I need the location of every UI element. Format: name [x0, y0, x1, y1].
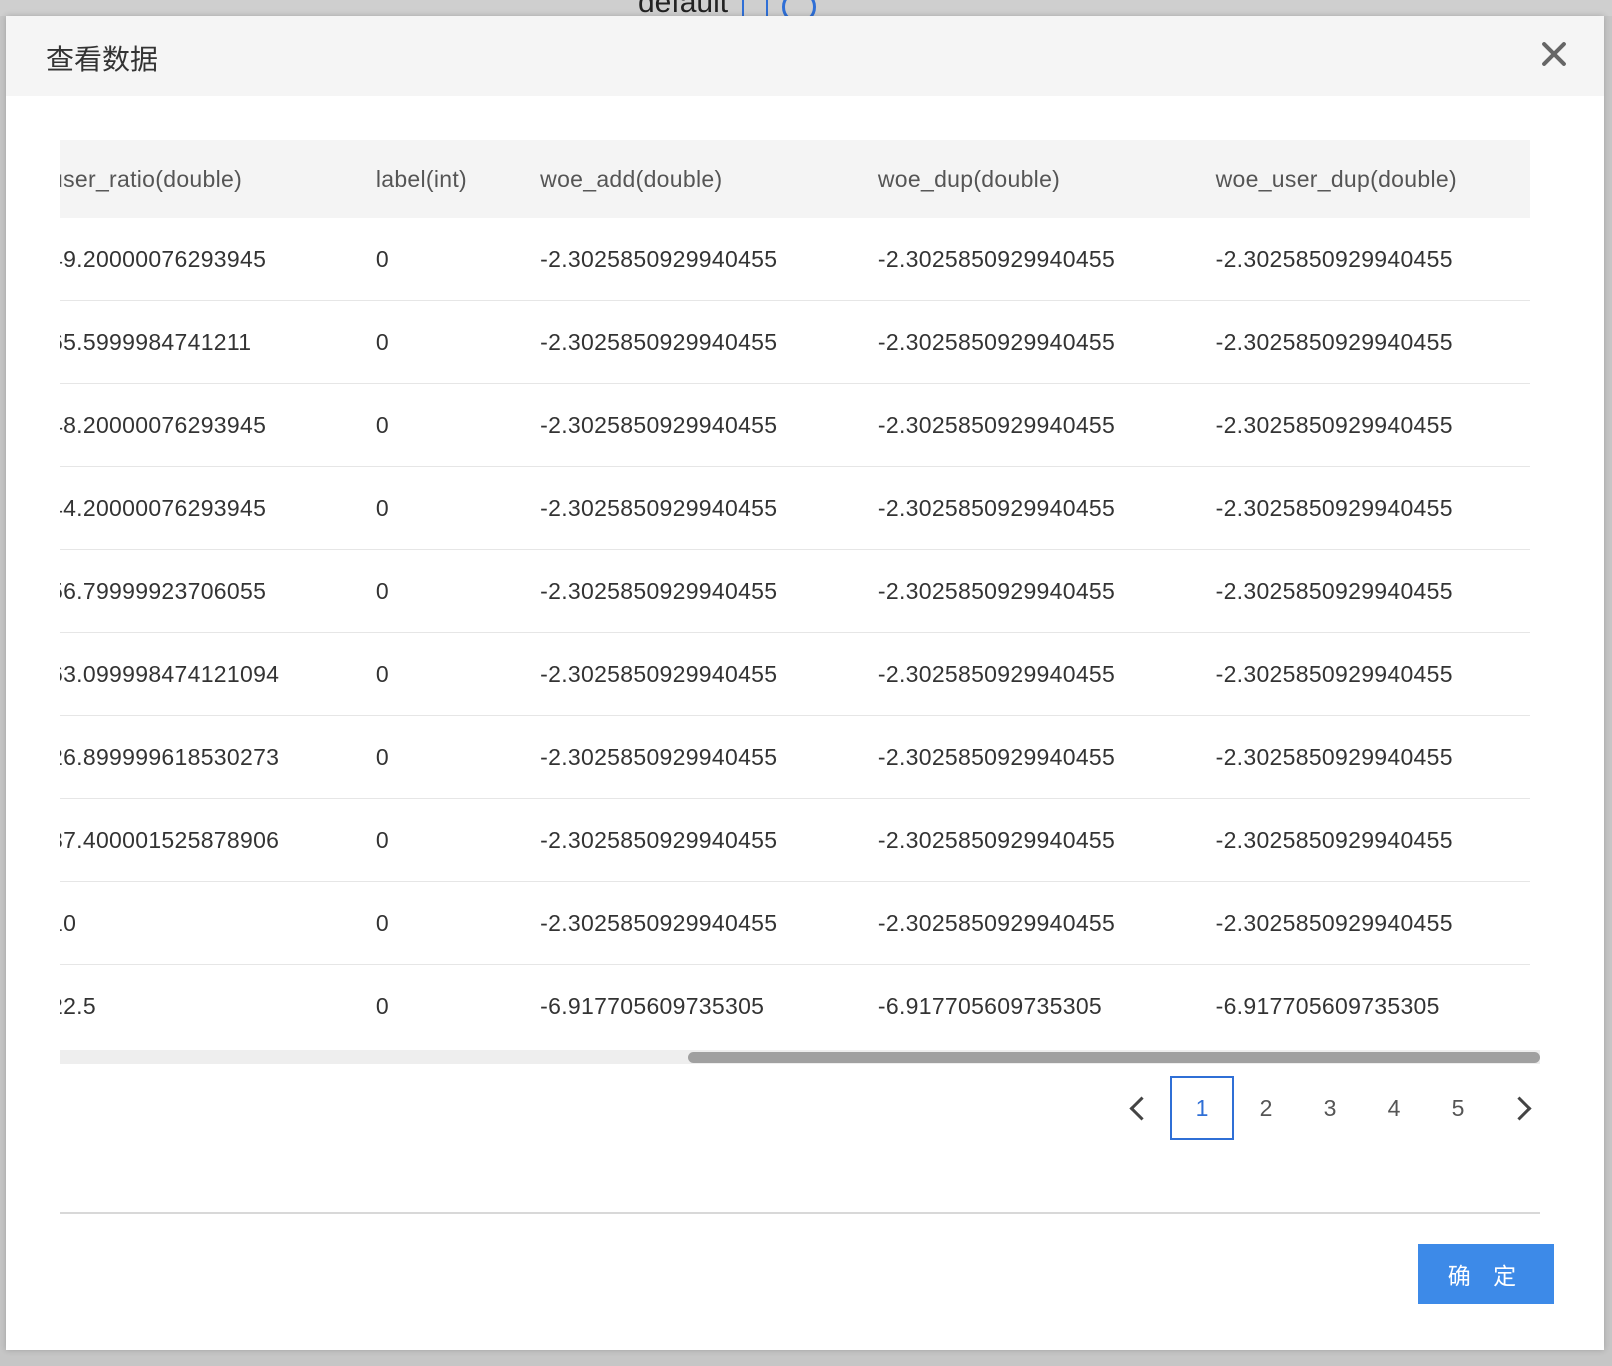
confirm-button[interactable]: 确 定 [1418, 1244, 1554, 1304]
table-cell: 0 [375, 549, 541, 633]
table-cell: -2.3025850929940455 [540, 300, 878, 384]
table-cell: -2.3025850929940455 [1215, 715, 1530, 799]
table-row: 26.899999618530273 0 -2.3025850929940455… [60, 715, 1530, 799]
table-cell: 0 [375, 881, 541, 965]
page-button-2[interactable]: 2 [1234, 1076, 1298, 1140]
table-cell: 0 [375, 466, 541, 550]
table-cell: -2.3025850929940455 [1215, 466, 1530, 550]
table-cell: 44.20000076293945 [60, 466, 376, 550]
table-cell: -2.3025850929940455 [1215, 798, 1530, 882]
table-cell: 37.400001525878906 [60, 798, 376, 882]
table-cell: -2.3025850929940455 [540, 632, 878, 716]
table-cell: 0 [375, 798, 541, 882]
data-table: user_ratio(double) label(int) woe_add(do… [60, 140, 1530, 1047]
table-cell: -2.3025850929940455 [877, 466, 1216, 550]
table-cell: 0 [375, 992, 389, 1019]
page-button-5[interactable]: 5 [1426, 1076, 1490, 1140]
table-cell: -2.3025850929940455 [540, 549, 878, 633]
table-header-row: user_ratio(double) label(int) woe_add(do… [60, 140, 1530, 218]
table-row: 48.20000076293945 0 -2.3025850929940455 … [60, 383, 1530, 467]
table-cell: 0 [375, 218, 541, 301]
table-cell: -2.3025850929940455 [1215, 881, 1530, 965]
table-cell: 48.20000076293945 [60, 383, 376, 467]
table-cell: -2.3025850929940455 [877, 632, 1216, 716]
table-row: 56.79999923706055 0 -2.3025850929940455 … [60, 549, 1530, 633]
table-row: 10 0 -2.3025850929940455 -2.302585092994… [60, 881, 1530, 965]
table-row: 37.400001525878906 0 -2.3025850929940455… [60, 798, 1530, 882]
table-cell: 63.099998474121094 [60, 632, 376, 716]
table-cell: -2.3025850929940455 [877, 715, 1216, 799]
table-cell: -2.3025850929940455 [540, 798, 878, 882]
page-button-3[interactable]: 3 [1298, 1076, 1362, 1140]
table-cell: -2.3025850929940455 [540, 881, 878, 965]
table-cell: 22.5 [60, 992, 96, 1019]
column-header-woe-user-dup[interactable]: woe_user_dup(double) [1215, 140, 1530, 218]
table-cell: -2.3025850929940455 [877, 300, 1216, 384]
table-cell: -6.917705609735305 [540, 992, 765, 1019]
table-row: 44.20000076293945 0 -2.3025850929940455 … [60, 466, 1530, 550]
table-row: 49.20000076293945 0 -2.3025850929940455 … [60, 218, 1530, 301]
table-cell: -2.3025850929940455 [540, 715, 878, 799]
page-button-4[interactable]: 4 [1362, 1076, 1426, 1140]
table-cell: 0 [375, 632, 541, 716]
table-cell: -2.3025850929940455 [877, 881, 1216, 965]
table-cell: 0 [375, 715, 541, 799]
table-cell: -2.3025850929940455 [877, 383, 1216, 467]
table-cell: -6.917705609735305 [877, 992, 1103, 1019]
table-cell: -2.3025850929940455 [877, 549, 1216, 633]
table-cell: -2.3025850929940455 [1215, 383, 1530, 467]
scrollbar-thumb[interactable] [688, 1052, 1540, 1063]
dialog-header: 查看数据 [6, 16, 1604, 96]
table-cell: 65.5999984741211 [60, 300, 376, 384]
table-cell: -2.3025850929940455 [1215, 632, 1530, 716]
table-cell: 56.79999923706055 [60, 549, 376, 633]
footer-divider [60, 1212, 1540, 1214]
table-row: 63.099998474121094 0 -2.3025850929940455… [60, 632, 1530, 716]
table-cell: -2.3025850929940455 [877, 798, 1216, 882]
column-header-woe-add[interactable]: woe_add(double) [540, 140, 878, 218]
column-header-label[interactable]: label(int) [375, 140, 541, 218]
table-cell: 26.899999618530273 [60, 715, 376, 799]
table-cell: 10 [60, 881, 376, 965]
table-cell: -2.3025850929940455 [1215, 218, 1530, 301]
table-row: 22.5 0 -6.917705609735305 -6.91770560973… [60, 965, 1530, 1048]
table-cell: -2.3025850929940455 [540, 466, 878, 550]
close-icon[interactable] [1536, 36, 1572, 72]
dialog-title: 查看数据 [46, 44, 159, 75]
table-cell: -2.3025850929940455 [540, 218, 878, 301]
table-cell: 49.20000076293945 [60, 218, 376, 301]
table-cell: -2.3025850929940455 [1215, 549, 1530, 633]
table-row: 65.5999984741211 0 -2.3025850929940455 -… [60, 300, 1530, 384]
page-button-1[interactable]: 1 [1170, 1076, 1234, 1140]
table-cell: 0 [375, 300, 541, 384]
pagination: 1 2 3 4 5 [1106, 1076, 1554, 1140]
chevron-left-icon[interactable] [1106, 1076, 1170, 1140]
data-table-container[interactable]: user_ratio(double) label(int) woe_add(do… [60, 140, 1540, 1052]
column-header-woe-dup[interactable]: woe_dup(double) [877, 140, 1216, 218]
horizontal-scrollbar[interactable] [60, 1050, 1540, 1064]
table-cell: -2.3025850929940455 [877, 218, 1216, 301]
table-cell: -6.917705609735305 [1215, 992, 1440, 1019]
table-cell: -2.3025850929940455 [1215, 300, 1530, 384]
table-cell: -2.3025850929940455 [540, 383, 878, 467]
chevron-right-icon[interactable] [1490, 1076, 1554, 1140]
column-header-user-ratio[interactable]: user_ratio(double) [60, 140, 376, 218]
table-cell: 0 [375, 383, 541, 467]
